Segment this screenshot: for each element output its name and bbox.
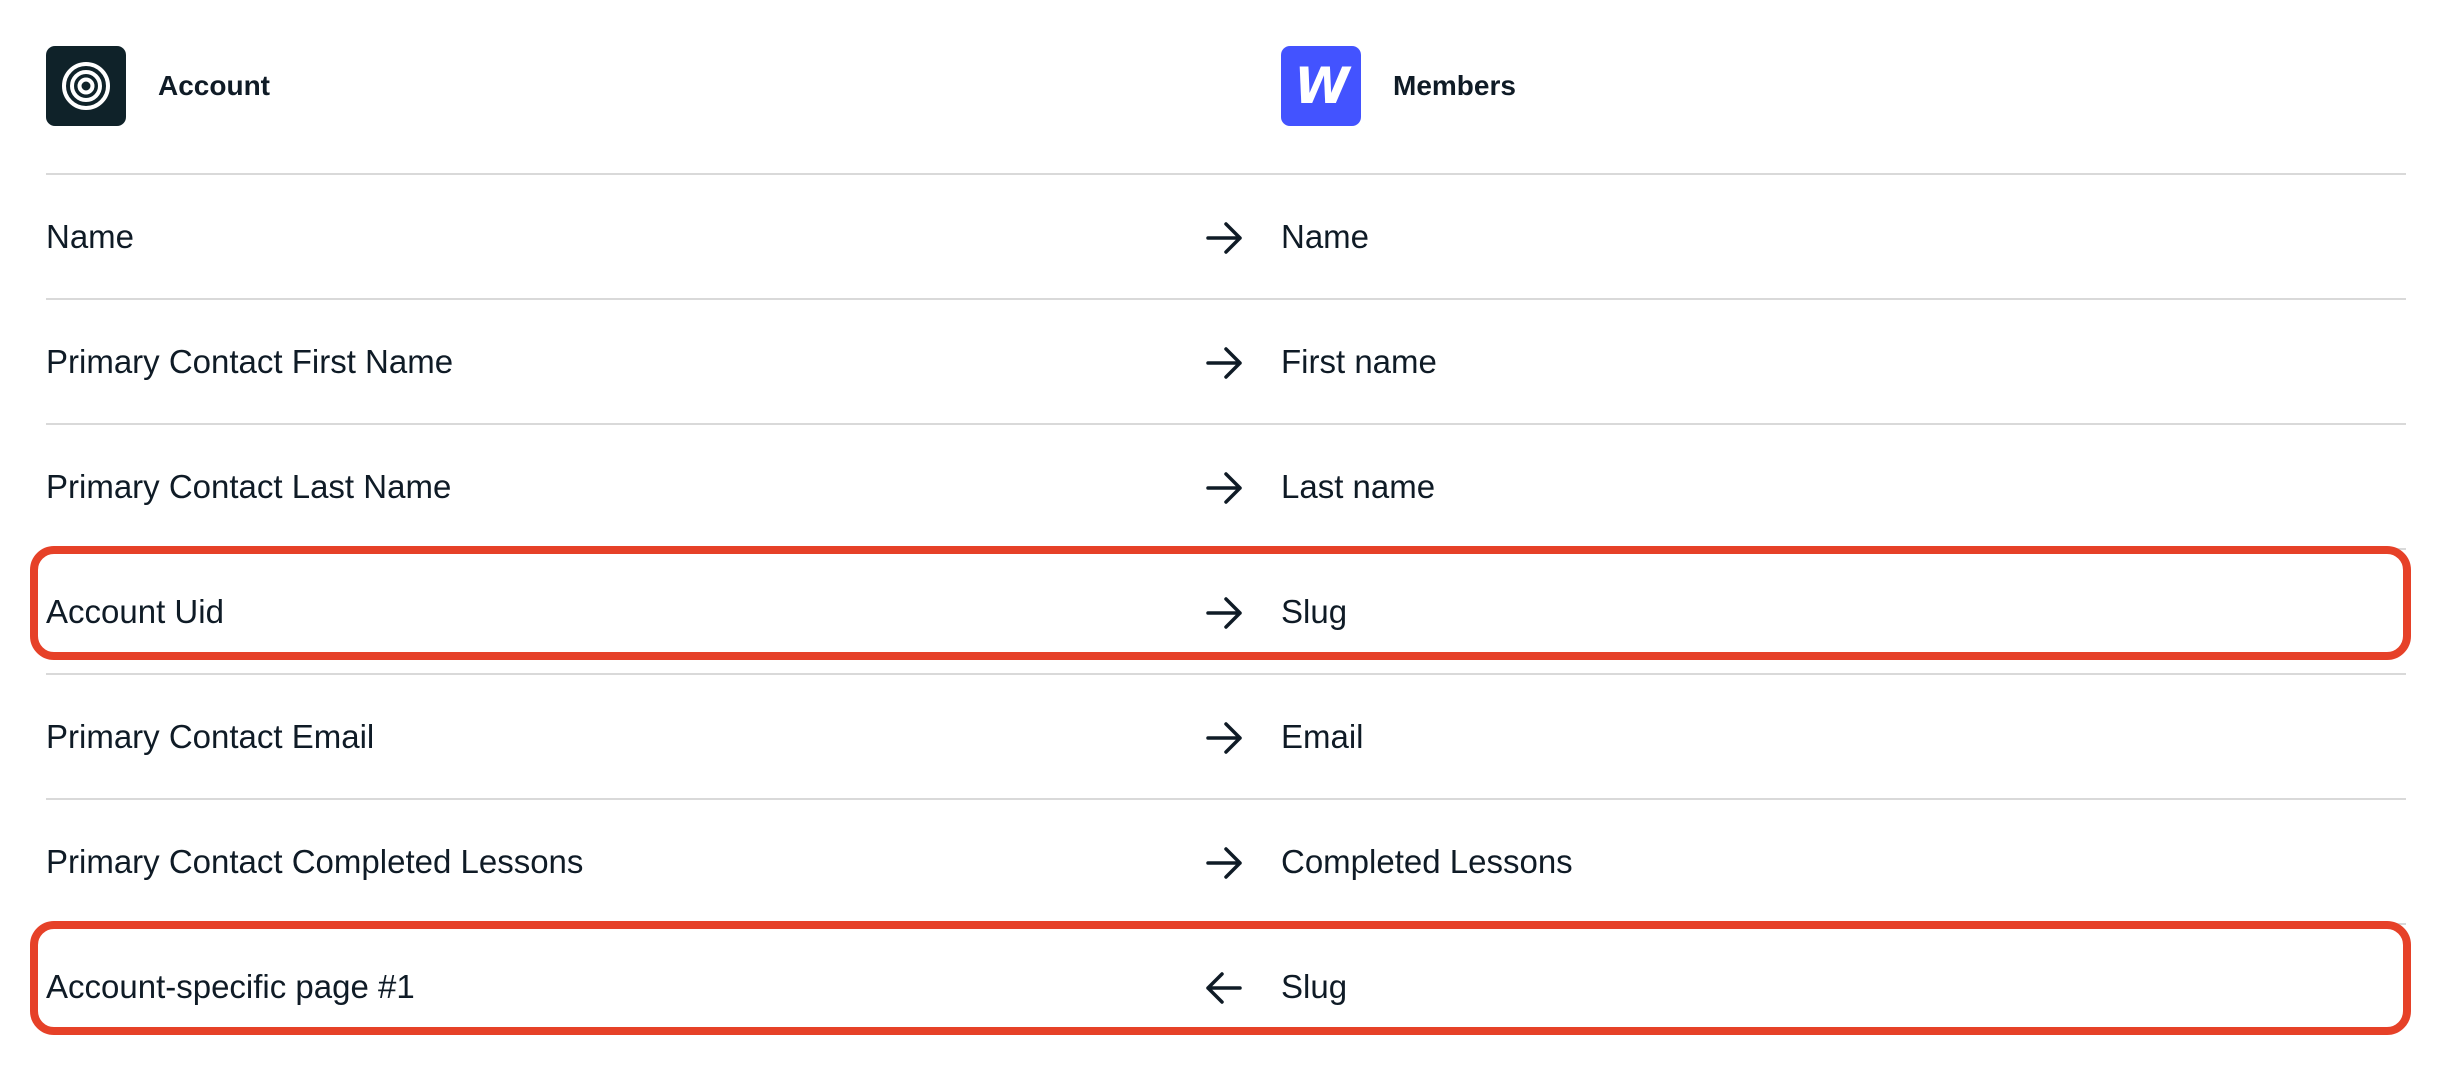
source-app-logo (46, 46, 126, 126)
mapping-row: Name Name (46, 175, 2406, 300)
field-mapping: Account W Members Name Name Primary Cont… (30, 0, 2411, 1050)
arrow-right-icon (1204, 468, 1244, 508)
arrow-right-icon (1204, 593, 1244, 633)
target-app: W Members (1281, 46, 1516, 126)
target-field: Slug (1281, 593, 1348, 630)
webflow-w-icon: W (1294, 57, 1349, 115)
mapping-header: Account W Members (46, 0, 2406, 175)
mapping-row: Primary Contact Email Email (46, 675, 2406, 800)
concentric-circles-icon (62, 62, 110, 110)
target-field: Last name (1281, 468, 1436, 505)
target-field: Name (1281, 218, 1370, 255)
target-app-logo: W (1281, 46, 1361, 126)
target-field: Email (1281, 718, 1364, 755)
target-field: Completed Lessons (1281, 843, 1573, 880)
mapping-row: Primary Contact Completed Lessons Comple… (46, 800, 2406, 925)
target-field: Slug (1281, 968, 1348, 1005)
arrow-right-icon (1204, 343, 1244, 383)
source-field: Primary Contact Email (46, 718, 375, 755)
source-field: Account-specific page #1 (46, 968, 415, 1005)
source-field: Account Uid (46, 593, 224, 630)
source-field: Primary Contact Last Name (46, 468, 452, 505)
mapping-row-highlighted: Account-specific page #1 Slug (30, 921, 2411, 1050)
arrow-right-icon (1204, 218, 1244, 258)
source-app-name: Account (158, 70, 270, 101)
source-field: Primary Contact First Name (46, 343, 454, 380)
mapping-row-highlighted: Account Uid Slug (30, 546, 2411, 675)
target-app-name: Members (1393, 70, 1516, 101)
source-field: Name (46, 218, 135, 255)
mapping-rows: Name Name Primary Contact First Name Fir… (30, 175, 2411, 1050)
arrow-right-icon (1204, 843, 1244, 883)
source-app: Account (46, 46, 270, 126)
arrow-left-icon (1204, 968, 1244, 1008)
arrow-right-icon (1204, 718, 1244, 758)
target-field: First name (1281, 343, 1437, 380)
mapping-row: Primary Contact Last Name Last name (46, 425, 2406, 550)
source-field: Primary Contact Completed Lessons (46, 843, 584, 880)
mapping-row: Primary Contact First Name First name (46, 300, 2406, 425)
